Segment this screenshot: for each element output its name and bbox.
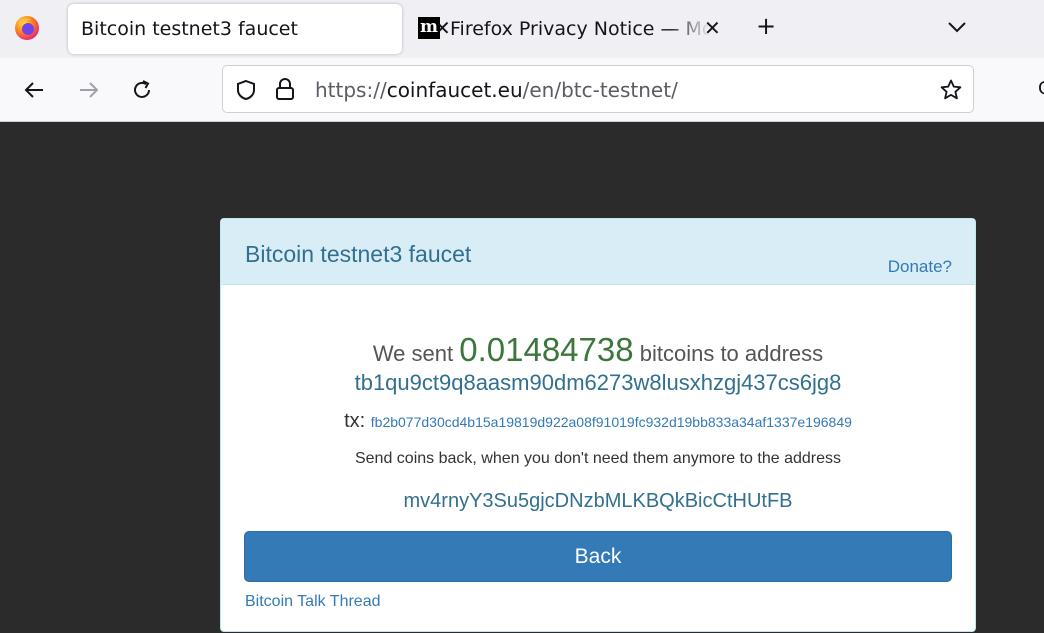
sent-amount: 0.01484738: [459, 331, 634, 368]
recipient-address: tb1qu9ct9q8aasm90dm6273w8lusxhzgj437cs6j…: [354, 370, 842, 395]
sent-message: We sent 0.01484738 bitcoins to address: [221, 331, 975, 369]
tab-title: Firefox Privacy Notice — Mozilla: [450, 18, 710, 40]
sent-prefix: We sent: [372, 341, 454, 366]
bitcoin-talk-thread-link[interactable]: Bitcoin Talk Thread: [245, 593, 380, 611]
lock-icon[interactable]: [274, 77, 296, 101]
faucet-panel: Bitcoin testnet3 faucet Donate? We sent …: [220, 218, 976, 632]
donate-link[interactable]: Donate?: [888, 257, 952, 277]
page-viewport: Bitcoin testnet3 faucet Donate? We sent …: [0, 123, 1044, 633]
back-arrow-icon[interactable]: [22, 78, 46, 102]
plus-icon[interactable]: +: [756, 14, 776, 38]
navigation-bar: https://coinfaucet.eu/en/btc-testnet/ C: [0, 58, 1044, 122]
url-text[interactable]: https://coinfaucet.eu/en/btc-testnet/: [315, 78, 678, 102]
return-address: mv4rnyY3Su5gjcDNzbMLKBQkBicCtHUtFB: [403, 490, 793, 512]
mozilla-favicon-icon: m: [418, 17, 440, 39]
send-back-text: Send coins back, when you don't need the…: [354, 450, 842, 467]
url-path: /en/btc-testnet/: [522, 78, 678, 102]
tab-firefox-privacy-notice[interactable]: m Firefox Privacy Notice — Mozilla ✕: [410, 4, 750, 54]
firefox-logo-icon[interactable]: [14, 15, 40, 41]
tx-label: tx:: [344, 410, 366, 432]
chevron-down-icon[interactable]: [946, 16, 968, 38]
panel-title: Bitcoin testnet3 faucet: [245, 241, 472, 267]
star-icon[interactable]: [939, 78, 963, 102]
sent-suffix: bitcoins to address: [639, 341, 824, 366]
tab-title: Bitcoin testnet3 faucet: [81, 18, 298, 40]
tx-hash-link[interactable]: fb2b077d30cd4b15a19819d922a08f91019fc932…: [371, 414, 852, 430]
back-button[interactable]: Back: [244, 531, 952, 582]
close-icon[interactable]: ✕: [704, 16, 721, 40]
toolbar-edge-icon: C: [1038, 78, 1044, 100]
address-bar[interactable]: https://coinfaucet.eu/en/btc-testnet/: [222, 65, 974, 113]
forward-arrow-icon[interactable]: [77, 78, 101, 102]
reload-icon[interactable]: [130, 78, 154, 102]
tab-bitcoin-faucet[interactable]: Bitcoin testnet3 faucet ✕: [68, 4, 451, 54]
shield-icon[interactable]: [235, 79, 257, 101]
url-scheme: https://: [315, 78, 387, 102]
panel-heading: Bitcoin testnet3 faucet Donate?: [221, 219, 975, 285]
transaction-line: tx: fb2b077d30cd4b15a19819d922a08f91019f…: [221, 410, 975, 433]
url-host: coinfaucet.eu: [386, 78, 523, 102]
tab-strip: Bitcoin testnet3 faucet ✕ m Firefox Priv…: [0, 0, 1044, 58]
